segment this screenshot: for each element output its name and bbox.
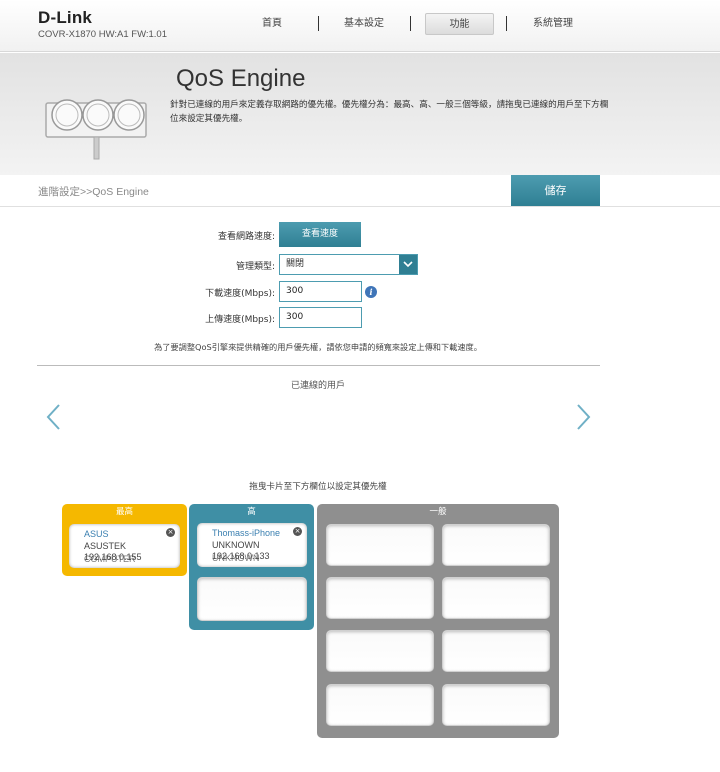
- nav-system-management[interactable]: 系統管理: [522, 13, 584, 35]
- save-button[interactable]: 儲存: [511, 175, 600, 206]
- close-icon[interactable]: ×: [293, 527, 302, 536]
- page-description: 針對已連線的用戶來定義存取網路的優先權。優先權分為：最高、高、一般三個等級，請拖…: [170, 100, 609, 124]
- bandwidth-hint: 為了要調整QoS引擎來提供精確的用戶優先權，請依您申請的頻寬來設定上傳和下載速度…: [154, 342, 482, 352]
- priority-high-label: 高: [247, 507, 256, 517]
- device-ip: 192.168.0.155: [84, 552, 142, 562]
- priority-highest-label: 最高: [115, 507, 133, 517]
- section-divider: [37, 365, 600, 366]
- empty-slot[interactable]: [326, 577, 434, 619]
- speed-test-label: 查看網路速度:: [217, 232, 275, 242]
- model-info: COVR-X1870 HW:A1 FW:1.01: [38, 29, 168, 40]
- priority-normal-label: 一般: [429, 507, 447, 517]
- empty-slot[interactable]: [197, 577, 307, 621]
- connected-clients-title: 已連線的用戶: [290, 381, 345, 391]
- nav-features[interactable]: 功能: [425, 13, 494, 35]
- empty-slot[interactable]: [326, 684, 434, 726]
- device-name: ASUS: [84, 529, 109, 539]
- upload-speed-label: 上傳速度(Mbps):: [205, 315, 275, 325]
- close-icon[interactable]: ×: [166, 528, 175, 537]
- view-speed-button[interactable]: 查看速度: [279, 222, 361, 247]
- empty-slot[interactable]: [442, 577, 550, 619]
- device-card[interactable]: Thomass-iPhone UNKNOWN UNKNOWN 192.168.0…: [197, 523, 307, 567]
- page-title: QoS Engine: [176, 65, 306, 92]
- qos-icon: [45, 99, 147, 160]
- device-name: Thomass-iPhone: [212, 528, 281, 538]
- drag-hint: 拖曳卡片至下方欄位以設定其優先權: [249, 482, 387, 492]
- nav-basic-settings[interactable]: 基本設定: [333, 13, 395, 35]
- device-card[interactable]: ASUS ASUSTEK COMPUTER 192.168.0.155 ×: [69, 524, 180, 568]
- upload-speed-input[interactable]: 300: [279, 307, 362, 328]
- brand-logo: D-Link: [38, 8, 93, 27]
- chevron-right-icon[interactable]: [576, 403, 592, 431]
- nav-divider: [410, 16, 411, 31]
- breadcrumb: 進階設定>>QoS Engine: [38, 186, 149, 198]
- management-type-label: 管理類型:: [235, 262, 275, 272]
- empty-slot[interactable]: [442, 524, 550, 566]
- info-icon[interactable]: i: [365, 286, 377, 298]
- empty-slot[interactable]: [326, 524, 434, 566]
- download-speed-input[interactable]: 300: [279, 281, 362, 302]
- nav-divider: [318, 16, 319, 31]
- top-header: D-Link COVR-X1870 HW:A1 FW:1.01 首頁 基本設定 …: [0, 0, 720, 52]
- page-banner: QoS Engine 針對已連線的用戶來定義存取網路的優先權。優先權分為：最高、…: [0, 53, 720, 175]
- nav-home[interactable]: 首頁: [241, 13, 303, 35]
- download-speed-label: 下載速度(Mbps):: [205, 289, 275, 299]
- priority-high-panel[interactable]: 高 Thomass-iPhone UNKNOWN UNKNOWN 192.168…: [189, 504, 314, 630]
- management-type-value: 關閉: [286, 259, 305, 269]
- empty-slot[interactable]: [442, 684, 550, 726]
- empty-slot[interactable]: [326, 630, 434, 672]
- priority-highest-panel[interactable]: 最高 ASUS ASUSTEK COMPUTER 192.168.0.155 ×: [62, 504, 187, 576]
- chevron-left-icon[interactable]: [45, 403, 61, 431]
- priority-normal-panel[interactable]: 一般: [317, 504, 559, 738]
- device-vendor: UNKNOWN: [212, 540, 260, 550]
- empty-slot[interactable]: [442, 630, 550, 672]
- device-vendor: ASUSTEK: [84, 541, 127, 551]
- breadcrumb-bar: 進階設定>>QoS Engine 儲存: [0, 175, 720, 207]
- management-type-select[interactable]: 關閉: [279, 254, 418, 275]
- device-ip: 192.168.0.133: [212, 551, 270, 561]
- chevron-down-icon[interactable]: [399, 255, 417, 274]
- nav-divider: [506, 16, 507, 31]
